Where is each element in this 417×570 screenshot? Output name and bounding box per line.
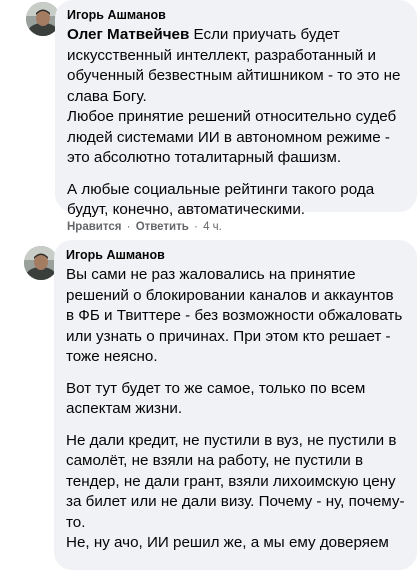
mention-link[interactable]: Олег Матвейчев	[67, 26, 189, 43]
text-line: Не, ну ачо, ИИ решил же, а мы ему доверя…	[66, 534, 389, 551]
comment-text: Вы сами не раз жаловались на принятие ре…	[66, 265, 405, 554]
comment-author[interactable]: Игорь Ашманов	[66, 247, 405, 263]
comment-bubble: Игорь Ашманов Олег Матвейчев Если приуча…	[55, 0, 417, 218]
separator-dot: ·	[123, 221, 134, 233]
text-line: Не дали кредит, не пустили в вуз, не пус…	[66, 431, 397, 449]
text-line: людей системами ИИ в автономном режиме -	[67, 128, 390, 146]
text-line: Если приучать будет	[189, 26, 340, 43]
text-line: тоже неясно.	[66, 348, 158, 365]
text-line: искусственный интеллект, разработанный и	[67, 46, 376, 64]
comment-2: Игорь Ашманов Вы сами не раз жаловались …	[0, 238, 417, 570]
comment-text: Олег Матвейчев Если приучать будет искус…	[67, 25, 405, 221]
reply-link[interactable]: Ответить	[136, 221, 189, 233]
text-line: обученный безвестным айтишником - то это…	[67, 67, 401, 84]
text-line: это абсолютно тоталитарный фашизм.	[67, 149, 342, 166]
text-line: Вот тут будет то же самое, только по все…	[66, 379, 366, 397]
comment-1: Игорь Ашманов Олег Матвейчев Если приуча…	[0, 0, 417, 235]
text-line: решений о блокировании каналов и аккаунт…	[66, 286, 394, 304]
comment-bubble: Игорь Ашманов Вы сами не раз жаловались …	[54, 240, 417, 570]
text-line: Любое принятие решений относительно суде…	[67, 108, 397, 125]
text-line: в ФБ и Твиттере - без возможности обжало…	[66, 307, 403, 324]
text-line: или узнать о причинах. При этом кто реша…	[66, 327, 391, 345]
timestamp-link[interactable]: 4 ч.	[203, 221, 222, 233]
like-link[interactable]: Нравится	[67, 221, 121, 233]
comment-author[interactable]: Игорь Ашманов	[67, 7, 405, 23]
text-line: Вы сами не раз жаловались на принятие	[66, 266, 356, 283]
text-line: то.	[66, 513, 86, 531]
text-line: будут, конечно, автоматическими.	[67, 201, 306, 218]
avatar-photo-icon	[24, 246, 58, 280]
text-line: за билет или не дали визу. Почему - ну, …	[66, 493, 405, 510]
separator-dot: ·	[190, 221, 202, 233]
text-line: самолёт, не взяли на работу, не пустили …	[66, 452, 364, 469]
comment-actions: Нравится · Ответить · 4 ч.	[67, 220, 222, 234]
text-line: слава Богу.	[67, 87, 147, 105]
avatar[interactable]	[24, 246, 58, 280]
text-line: тендер, не дали грант, взяли лихоимскую …	[66, 472, 396, 490]
text-line: аспектам жизни.	[66, 400, 183, 417]
text-line: А любые социальные рейтинги такого рода	[67, 180, 375, 198]
